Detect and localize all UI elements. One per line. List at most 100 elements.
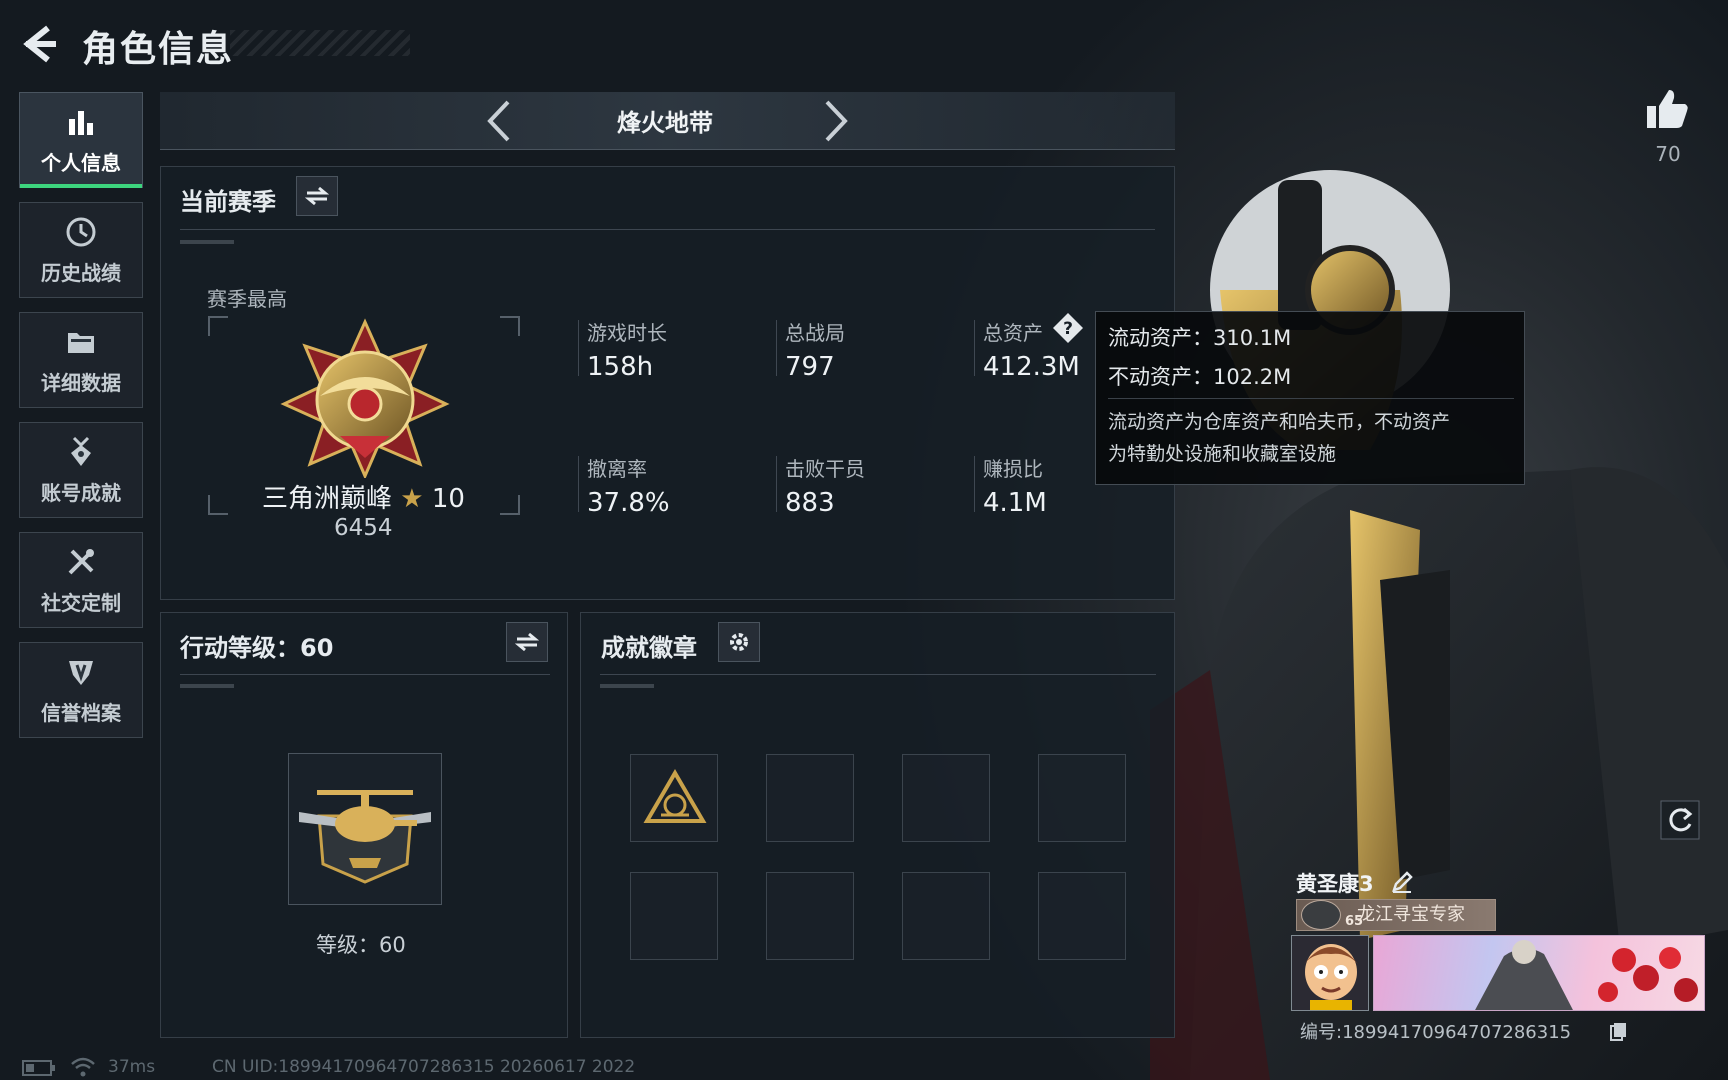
- swap-arrows-icon: [305, 186, 329, 206]
- triangle-badge-icon: [643, 769, 707, 823]
- thumbs-up-icon[interactable]: [1645, 86, 1691, 132]
- folder-icon: [68, 332, 94, 353]
- level-text: 等级：60: [316, 933, 406, 957]
- back-arrow-icon[interactable]: [18, 22, 62, 66]
- stat-value: 4.1M: [983, 488, 1047, 518]
- helicopter-emblem-icon: [299, 790, 431, 884]
- copy-icon[interactable]: [1610, 1021, 1628, 1041]
- edit-pencil-icon[interactable]: [1390, 870, 1414, 894]
- fixed-assets: 不动资产：102.2M: [1108, 365, 1292, 389]
- stat-rule: [578, 320, 579, 376]
- badge-slot[interactable]: [766, 754, 854, 842]
- sidebar-item-achievements[interactable]: 账号成就: [19, 422, 143, 518]
- tooltip-description-line2: 为特勤处设施和收藏室设施: [1108, 443, 1337, 465]
- stat-value: 158h: [587, 352, 654, 382]
- medal-icon: [71, 436, 91, 466]
- swap-arrows-icon: [515, 632, 539, 652]
- divider-tick: [600, 684, 654, 688]
- avatar[interactable]: [1291, 935, 1369, 1011]
- sidebar-item-label: 历史战绩: [41, 260, 121, 285]
- stat-label: 击败干员: [785, 457, 865, 481]
- season-best-label: 赛季最高: [207, 287, 287, 311]
- ping-text: 37ms: [108, 1057, 156, 1077]
- stat-rule: [578, 456, 579, 512]
- sidebar-item-label: 个人信息: [41, 150, 121, 175]
- tools-icon: [68, 548, 94, 574]
- sidebar-item-label: 详细数据: [41, 370, 121, 395]
- stat-label: 撤离率: [587, 457, 647, 481]
- player-name: 黄圣康3: [1296, 872, 1374, 896]
- rank-points: 6454: [334, 515, 393, 541]
- assets-tooltip: 流动资产：310.1M 不动资产：102.2M 流动资产为仓库资产和哈夫币，不动…: [1095, 311, 1525, 485]
- gear-icon: [730, 633, 748, 651]
- sidebar-item-personal-info[interactable]: 个人信息: [19, 92, 143, 188]
- chevron-right-icon[interactable]: [815, 98, 855, 144]
- stat-label: 游戏时长: [587, 321, 667, 345]
- bar-chart-icon: [69, 110, 93, 135]
- stat-label: 赚损比: [983, 457, 1043, 481]
- badge-slot[interactable]: [766, 872, 854, 960]
- stat-label: 总资产: [983, 321, 1043, 345]
- stat-value: 412.3M: [983, 352, 1080, 382]
- like-count: 70: [1655, 142, 1681, 166]
- page-title: 角色信息: [82, 29, 235, 70]
- rank-stars: 10: [431, 484, 465, 514]
- badges-settings-button[interactable]: [718, 622, 760, 662]
- profile-banner[interactable]: [1373, 935, 1705, 1011]
- player-id: 编号:18994170964707286315: [1300, 1022, 1572, 1043]
- tag-emblem-icon: [1301, 900, 1341, 930]
- season-heading: 当前赛季: [180, 188, 276, 216]
- frame-corner: [208, 495, 228, 515]
- wifi-icon: [71, 1057, 95, 1077]
- rank-emblem-icon: [280, 318, 450, 478]
- stat-rule: [776, 456, 777, 512]
- stat-value: 883: [785, 488, 835, 518]
- badge-slot[interactable]: [1038, 872, 1126, 960]
- stat-label: 总战局: [785, 321, 845, 345]
- season-switch-button[interactable]: [296, 176, 338, 216]
- badge-slot[interactable]: [902, 754, 990, 842]
- star-icon: ★: [400, 484, 424, 514]
- divider-tick: [180, 240, 234, 244]
- uid-status-text: CN UID:18994170964707286315 20260617 202…: [212, 1057, 636, 1077]
- stat-rule: [776, 320, 777, 376]
- stat-rule: [974, 320, 975, 376]
- action-level-heading: 行动等级：60: [180, 634, 334, 662]
- season-divider: [180, 229, 1155, 230]
- mode-title: 烽火地带: [617, 109, 713, 137]
- sidebar-item-label: 账号成就: [41, 480, 121, 505]
- action-level-divider: [180, 674, 550, 675]
- frame-corner: [208, 316, 228, 336]
- badges-heading: 成就徽章: [601, 634, 697, 662]
- sidebar-item-label: 社交定制: [41, 590, 121, 615]
- level-emblem-frame: [288, 753, 442, 905]
- rotate-icon[interactable]: [1660, 800, 1700, 840]
- badge-slot[interactable]: [630, 872, 718, 960]
- badges-divider: [600, 674, 1156, 675]
- clock-icon: [66, 217, 96, 246]
- title-decoration: [230, 30, 410, 56]
- frame-corner: [500, 495, 520, 515]
- sidebar-item-history[interactable]: 历史战绩: [19, 202, 143, 298]
- tag-level: 65: [1345, 914, 1364, 929]
- frame-corner: [500, 316, 520, 336]
- badge-slot-filled[interactable]: [630, 754, 718, 842]
- sidebar-item-social-custom[interactable]: 社交定制: [19, 532, 143, 628]
- sidebar-item-label: 信誉档案: [41, 700, 121, 725]
- chevron-left-icon[interactable]: [480, 98, 520, 144]
- banner-artwork-icon: [1475, 940, 1698, 1010]
- shield-icon: [69, 660, 93, 685]
- help-icon[interactable]: ?: [1052, 312, 1084, 344]
- svg-text:?: ?: [1063, 319, 1073, 339]
- sidebar-item-reputation[interactable]: 信誉档案: [19, 642, 143, 738]
- badge-slot[interactable]: [1038, 754, 1126, 842]
- liquid-assets: 流动资产：310.1M: [1108, 326, 1292, 350]
- divider-tick: [180, 684, 234, 688]
- rank-line: 三角洲巅峰 ★ 10: [262, 478, 465, 515]
- title-tag-text: 龙江寻宝专家: [1357, 904, 1465, 925]
- sidebar-item-detailed-data[interactable]: 详细数据: [19, 312, 143, 408]
- action-level-switch-button[interactable]: [506, 622, 548, 662]
- cartoon-avatar-icon: [1292, 936, 1368, 1010]
- battery-icon: [22, 1060, 55, 1076]
- badge-slot[interactable]: [902, 872, 990, 960]
